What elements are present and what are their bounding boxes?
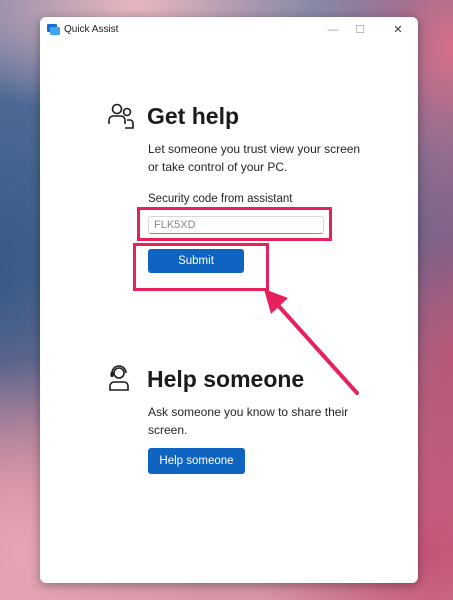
- quick-assist-window: Quick Assist — ☐ ✕ Get help Let someone …: [40, 17, 418, 583]
- annotation-arrow-icon: [264, 289, 359, 395]
